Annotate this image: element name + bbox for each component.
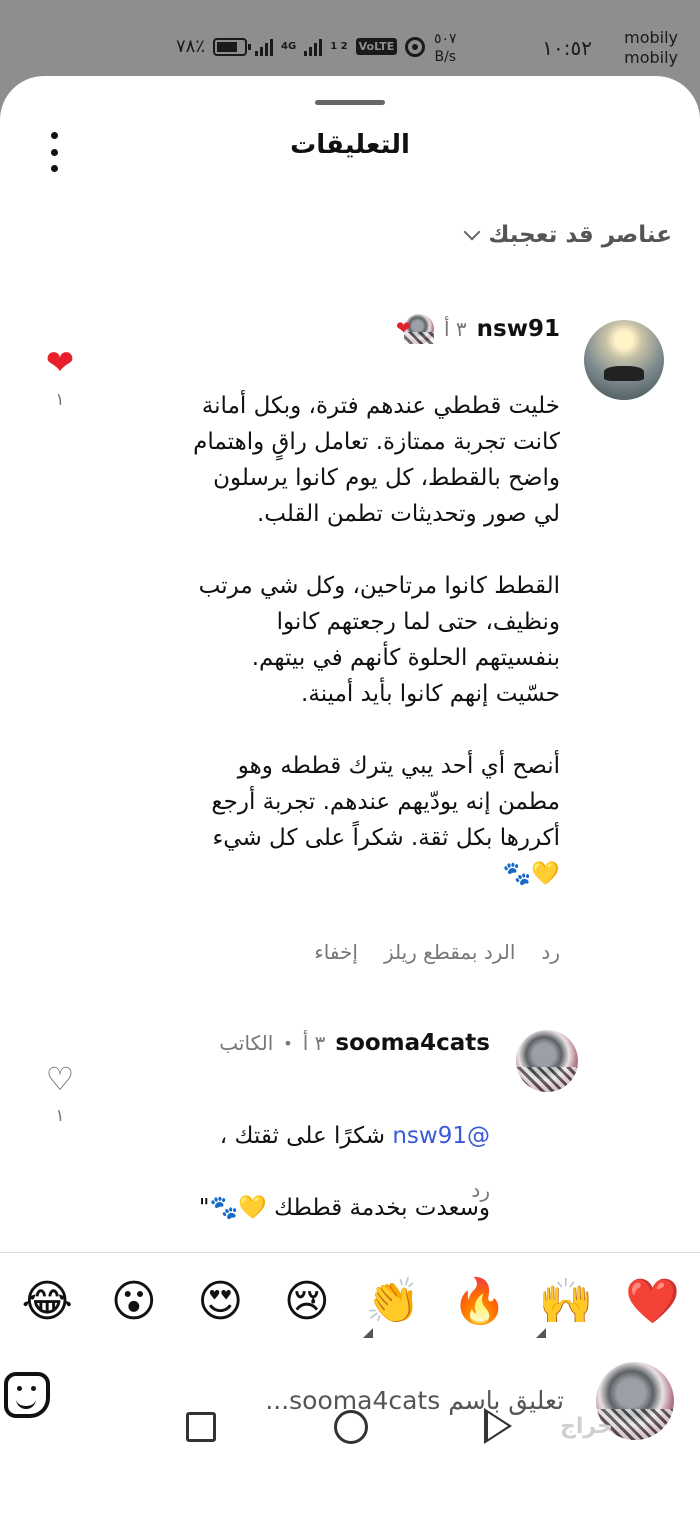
comment-time: ٣ أ xyxy=(302,1031,326,1055)
like-count: ١ xyxy=(55,1106,65,1126)
reaction-laughing[interactable]: 😂 xyxy=(11,1272,83,1342)
comments-sheet: التعليقات عناصر قد تعجبك nsw91 ٣ أ ❤ خلي… xyxy=(0,76,700,1540)
creator-liked-avatar: ❤ xyxy=(396,314,434,344)
carrier-line-2: mobily xyxy=(624,48,678,67)
heart-outline-icon: ♡ xyxy=(45,1060,75,1098)
avatar[interactable] xyxy=(584,320,664,400)
status-icons: ٧٨٪ 4G 1 2 VoLTE xyxy=(176,36,426,57)
comment-time: ٣ أ xyxy=(444,317,467,341)
reaction-heart[interactable]: ❤️ xyxy=(617,1272,689,1342)
network-speed-unit: B/s xyxy=(434,49,457,65)
comment-text-line-1: شكرًا على ثقتك ، xyxy=(219,1123,393,1149)
triangle-back-icon[interactable] xyxy=(484,1408,512,1444)
comment-header: sooma4cats ٣ أ • الكاتب xyxy=(219,1030,490,1056)
comment-username[interactable]: nsw91 xyxy=(477,316,560,342)
reply-button[interactable]: رد xyxy=(541,940,560,964)
comment-text: خليت قططي عندهم فترة، وبكل أمانة كانت تج… xyxy=(193,393,560,887)
reaction-fire[interactable]: 🔥 xyxy=(444,1272,516,1342)
reaction-raised-hands[interactable]: 🙌 xyxy=(530,1272,602,1342)
reaction-raised-hands-glyph: 🙌 xyxy=(538,1276,594,1327)
author-badge: الكاتب xyxy=(219,1031,274,1055)
circle-icon[interactable] xyxy=(334,1410,368,1444)
like-button[interactable]: ❤ ١ xyxy=(40,346,80,410)
sheet-title: التعليقات xyxy=(290,130,410,160)
network-speed-value: ٥٠٧ xyxy=(434,31,457,47)
clock: ١٠:٥٢ xyxy=(542,36,592,60)
battery-icon xyxy=(213,37,252,56)
reaction-clap-glyph: 👏 xyxy=(365,1276,421,1327)
battery-percent: ٧٨٪ xyxy=(176,36,206,57)
carrier-line-1: mobily xyxy=(624,28,678,47)
comment-actions: رد xyxy=(471,1178,490,1202)
skin-tone-indicator-icon xyxy=(536,1328,547,1338)
avatar[interactable] xyxy=(516,1030,578,1092)
more-options-icon[interactable] xyxy=(44,132,64,172)
divider xyxy=(0,1252,700,1253)
heart-icon: ❤ xyxy=(396,318,412,339)
volte-badge: VoLTE xyxy=(355,38,398,55)
reply-reel-button[interactable]: الرد بمقطع ريلز xyxy=(384,940,515,964)
comment-text: @nsw91 شكرًا على ثقتك ، وسعدت بخدمة قططك… xyxy=(110,1082,490,1262)
watermark: حراج xyxy=(560,1414,613,1439)
sim-label: 1 2 xyxy=(330,40,348,52)
reaction-clap[interactable]: 👏 xyxy=(357,1272,429,1342)
status-bar: mobily mobily ١٠:٥٢ ٥٠٧ B/s ٧٨٪ 4G 1 2 V… xyxy=(0,0,700,80)
hotspot-icon xyxy=(405,36,426,57)
reaction-heart-eyes[interactable]: 😍 xyxy=(184,1272,256,1342)
chevron-down-icon xyxy=(463,223,481,241)
network-speed: ٥٠٧ B/s xyxy=(434,30,457,66)
comment-username[interactable]: sooma4cats xyxy=(335,1030,490,1056)
reply-button[interactable]: رد xyxy=(471,1178,490,1202)
filter-dropdown[interactable]: عناصر قد تعجبك xyxy=(463,222,672,248)
mention-link[interactable]: @nsw91 xyxy=(392,1123,490,1149)
filter-label: عناصر قد تعجبك xyxy=(488,222,672,248)
like-button[interactable]: ♡ ١ xyxy=(40,1062,80,1126)
square-icon[interactable] xyxy=(186,1412,216,1442)
like-count: ١ xyxy=(55,390,65,410)
hide-button[interactable]: إخفاء xyxy=(314,940,358,964)
reaction-crying[interactable]: 😢 xyxy=(271,1272,343,1342)
heart-filled-icon: ❤ xyxy=(45,343,75,383)
comment-header: nsw91 ٣ أ ❤ xyxy=(396,314,560,344)
signal-2-icon xyxy=(304,38,323,56)
network-4g-label: 4G xyxy=(281,40,297,52)
carrier-names: mobily mobily xyxy=(624,28,678,68)
reaction-surprised[interactable]: 😮 xyxy=(98,1272,170,1342)
quick-reactions: ❤️ 🙌 🔥 👏 😢 😍 😮 😂 xyxy=(0,1272,700,1342)
comment-text-line-2: وسعدت بخدمة قططك 💛🐾" xyxy=(198,1195,490,1221)
signal-icon xyxy=(255,38,274,56)
separator-dot: • xyxy=(283,1033,293,1053)
drag-handle[interactable] xyxy=(315,100,385,105)
skin-tone-indicator-icon xyxy=(363,1328,374,1338)
comment-actions: رد الرد بمقطع ريلز إخفاء xyxy=(314,940,560,964)
